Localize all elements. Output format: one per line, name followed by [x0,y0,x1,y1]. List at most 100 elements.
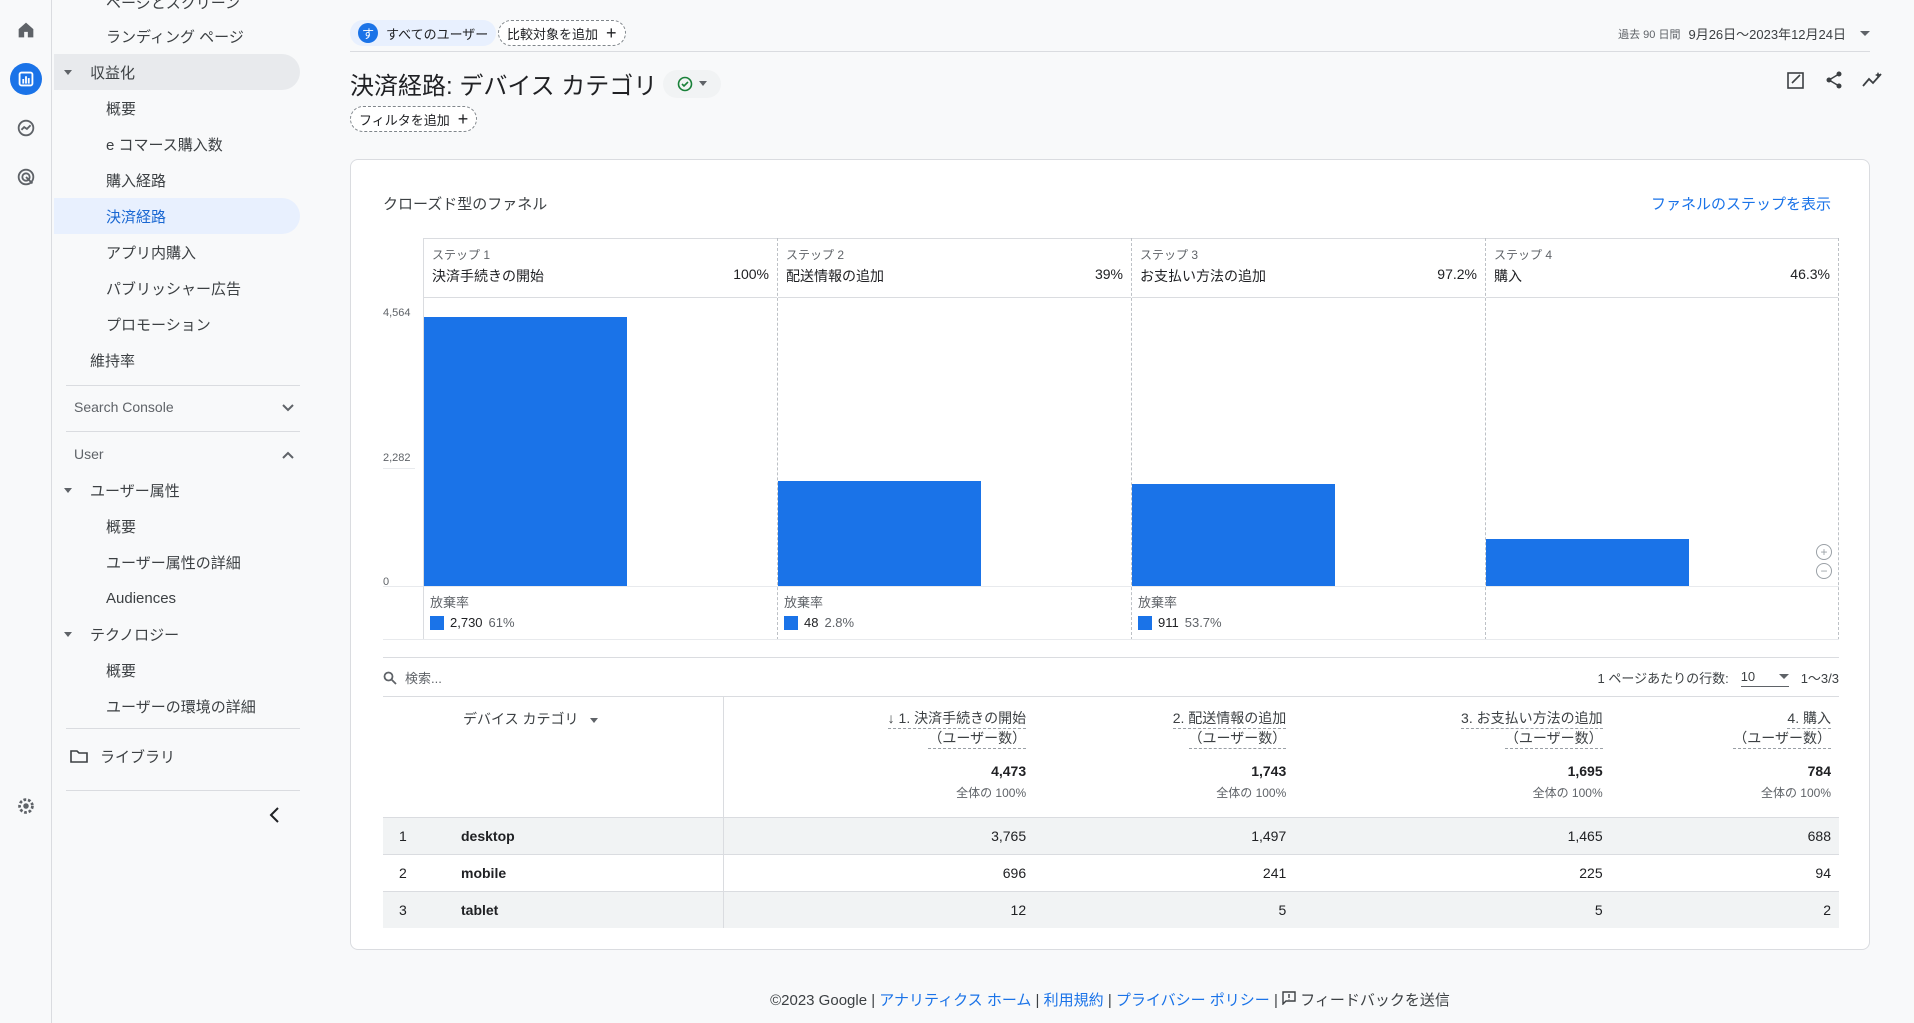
collapse-nav-icon[interactable] [268,806,280,829]
y-tick-label: 2,282 [383,452,411,464]
nav-group-technology[interactable]: テクノロジー [54,616,300,652]
nav-divider [66,790,300,791]
nav-item-demo-overview[interactable]: 概要 [54,508,300,544]
nav-item-audiences[interactable]: Audiences [54,580,300,616]
nav-group-demographics[interactable]: ユーザー属性 [54,472,300,508]
user-chip-avatar: す [358,23,378,43]
abandonment: 放棄率 911 53.7% [1138,595,1222,630]
totals-row: 4,473 全体の 100% 1,743 全体の 100% 1,695 全体の 100… [383,757,1839,817]
nav-item-overview[interactable]: 概要 [54,90,300,126]
metric-header-4[interactable]: 4. 購入 （ユーザー数） [1611,697,1839,757]
legend-swatch [430,615,444,630]
comparison-bar: す すべてのユーザー 比較対象を追加 + 過去 90 日間 9月26日～2023… [350,18,1870,52]
search-input[interactable]: 検索... [405,668,442,687]
funnel-step-3: ステップ 3 お支払い方法の追加 97.2% 放棄率 911 53.7% [1131,238,1485,640]
step-percent: 97.2% [1437,266,1477,282]
home-icon[interactable] [10,14,42,46]
insights-icon[interactable] [1860,68,1884,92]
nav-item-publisher-ads[interactable]: パブリッシャー広告 [54,270,300,306]
add-comparison-button[interactable]: 比較対象を追加 + [498,20,626,46]
caret-down-icon [64,488,72,493]
advertising-icon[interactable] [10,161,42,193]
metric-header-1[interactable]: ↓ 1. 決済手続きの開始 （ユーザー数） [723,697,1034,757]
dropdown-arrow-icon [1860,31,1870,36]
step-header[interactable]: ステップ 3 お支払い方法の追加 97.2% [1132,238,1485,298]
nav-divider [66,385,300,386]
nav-item-retention[interactable]: 維持率 [54,342,300,378]
nav-item-promotions[interactable]: プロモーション [54,306,300,342]
send-feedback-button[interactable]: フィードバックを送信 [1282,991,1450,1009]
nav-item-tech-details[interactable]: ユーザーの環境の詳細 [54,688,300,724]
search-icon [383,671,397,685]
nav-item-landing-page[interactable]: ランディング ページ [54,18,300,54]
dimension-header[interactable]: デバイス カテゴリ [383,697,724,757]
card-title: クローズド型のファネル [383,196,548,213]
caret-down-icon [64,70,72,75]
privacy-policy-link[interactable]: プライバシー ポリシー [1116,992,1270,1009]
table-row[interactable]: 2 mobile 696 241 225 94 [383,853,1839,891]
pagination-range: 1～3/3 [1800,671,1839,686]
share-icon[interactable] [1822,68,1846,92]
zoom-out-icon[interactable]: − [1816,563,1832,579]
caret-down-icon [64,632,72,637]
abandonment: 放棄率 2,730 61% [430,595,515,630]
funnel-bar[interactable] [1132,484,1335,586]
abandonment: 放棄率 48 2.8% [784,595,855,630]
funnel-card: クローズド型のファネル ファネルのステップを表示 4,564 2,282 0 ス… [350,159,1870,950]
nav-section-search-console[interactable]: Search Console [74,399,294,415]
funnel-bar[interactable] [1486,539,1689,586]
table-row[interactable]: 3 tablet 12 5 5 2 [383,890,1839,928]
chevron-down-icon [282,399,294,415]
all-users-chip[interactable]: す すべてのユーザー [350,20,497,46]
reports-icon[interactable] [10,63,42,95]
metric-header-3[interactable]: 3. お支払い方法の追加 （ユーザー数） [1294,697,1610,757]
nav-item-purchase-journey[interactable]: 購入経路 [54,162,300,198]
nav-item-pages-screens[interactable]: ページとスクリーン [54,0,300,20]
funnel-step-1: ステップ 1 決済手続きの開始 100% 放棄率 2,730 61% [423,238,777,640]
customize-report-icon[interactable] [1784,68,1808,92]
table-search[interactable]: 検索... [383,668,442,687]
nav-item-tech-overview[interactable]: 概要 [54,652,300,688]
funnel-bar[interactable] [778,481,981,586]
feedback-icon [1282,991,1296,1006]
nav-item-in-app-purchases[interactable]: アプリ内購入 [54,234,300,270]
zoom-in-icon[interactable]: + [1816,544,1832,560]
view-funnel-steps-link[interactable]: ファネルのステップを表示 [1651,193,1831,214]
dropdown-arrow-icon [590,717,599,723]
date-range-picker[interactable]: 過去 90 日間 9月26日～2023年12月24日 [1618,24,1870,43]
add-filter-button[interactable]: フィルタを追加 + [350,106,478,132]
plus-icon: + [457,109,469,129]
table-row[interactable]: 1 desktop 3,765 1,497 1,465 688 [383,816,1839,854]
analytics-home-link[interactable]: アナリティクス ホーム [879,992,1031,1009]
zoom-controls: + − [1816,544,1832,579]
step-header[interactable]: ステップ 4 購入 46.3% [1486,238,1838,298]
legend-swatch [1138,615,1152,630]
y-axis: 4,564 2,282 0 [383,238,423,640]
terms-link[interactable]: 利用規約 [1044,992,1104,1009]
settings-icon[interactable] [10,790,42,822]
step-percent: 100% [733,266,769,282]
page-title: 決済経路: デバイス カテゴリ [350,66,722,101]
main-content: す すべてのユーザー 比較対象を追加 + 過去 90 日間 9月26日～2023… [350,0,1914,1023]
grid-line [383,468,415,469]
nav-item-library[interactable]: ライブラリ [54,738,300,774]
rows-per-page-select[interactable]: 10 [1740,669,1789,687]
nav-item-ecommerce[interactable]: e コマース購入数 [54,126,300,162]
report-nav: ページとスクリーン ランディング ページ 収益化 概要 e コマース購入数 購入… [54,0,304,1023]
nav-divider [66,728,300,729]
nav-section-user[interactable]: User [74,446,294,462]
explore-icon[interactable] [10,112,42,144]
table-header-row: デバイス カテゴリ ↓ 1. 決済手続きの開始 （ユーザー数） 2. 配送情報の追… [383,697,1839,757]
nav-group-monetization[interactable]: 収益化 [54,54,300,90]
funnel-bar[interactable] [424,317,627,586]
y-tick-label: 4,564 [383,307,411,319]
step-header[interactable]: ステップ 1 決済手続きの開始 100% [424,238,777,298]
data-quality-chip[interactable] [663,69,722,98]
nav-item-checkout-journey[interactable]: 決済経路 [54,198,300,234]
dropdown-arrow-icon [699,81,708,86]
step-header[interactable]: ステップ 2 配送情報の追加 39% [778,238,1131,298]
pagination: 1 ページあたりの行数: 10 1～3/3 [1597,668,1839,687]
icon-rail [0,0,52,1023]
metric-header-2[interactable]: 2. 配送情報の追加 （ユーザー数） [1034,697,1294,757]
nav-item-demo-details[interactable]: ユーザー属性の詳細 [54,544,300,580]
